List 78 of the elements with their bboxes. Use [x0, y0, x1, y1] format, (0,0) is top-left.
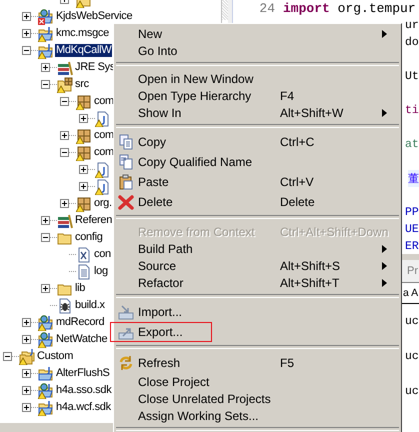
column-header: a A [403, 287, 418, 299]
expand-toggle[interactable] [41, 63, 50, 72]
code-fragment: ur [405, 18, 419, 34]
menu-item[interactable]: Close Project [114, 373, 401, 390]
menu-item[interactable]: Refresh F5 [114, 353, 401, 373]
tree-item[interactable]: src [74, 78, 90, 91]
menu-item[interactable]: Open Type Hierarchy F4 [114, 87, 401, 104]
tree-item[interactable]: log [93, 265, 109, 278]
code-fragment: UE [405, 222, 419, 238]
menu-item[interactable]: Build Path [114, 240, 401, 257]
menu-item[interactable]: Source Alt+Shift+S [114, 257, 401, 274]
code-fragment: 董 [408, 170, 419, 187]
code-fragment: at [405, 137, 419, 153]
tree-item[interactable]: build.x [74, 299, 106, 312]
menu-item[interactable]: Refactor Alt+Shift+T [114, 274, 401, 291]
tree-item[interactable]: Referen [74, 214, 114, 227]
expand-toggle[interactable] [41, 216, 50, 225]
code-fragment: ti [405, 103, 419, 119]
tree-item[interactable]: kmc.msgce [55, 27, 110, 40]
expand-toggle[interactable] [60, 199, 69, 208]
menu-item[interactable]: Assign Working Sets... [114, 407, 401, 424]
tree-item[interactable]: MdKqCallW [55, 44, 112, 57]
copy-icon [118, 134, 134, 150]
code-fragment: PP [405, 205, 419, 221]
paste-icon [118, 174, 134, 190]
console-text: uc [405, 350, 419, 363]
expand-toggle[interactable] [41, 284, 50, 293]
tree-item[interactable]: lib [74, 282, 86, 295]
collapse-toggle[interactable] [41, 233, 50, 242]
copy-icon [118, 154, 134, 170]
tree-item[interactable]: Custom [36, 350, 74, 363]
tree-item[interactable]: config [74, 231, 104, 244]
expand-toggle[interactable] [22, 29, 31, 38]
expand-toggle[interactable] [22, 335, 31, 344]
delete-icon [118, 194, 134, 210]
menu-item[interactable]: Copy Ctrl+C [114, 132, 401, 152]
code-line: import org.tempur [283, 0, 416, 17]
sash-handle[interactable] [222, 0, 228, 20]
expand-toggle[interactable] [60, 131, 69, 140]
expand-toggle[interactable] [22, 369, 31, 378]
tree-item[interactable]: h4a.wcf.sdk [55, 401, 112, 414]
expand-toggle[interactable] [79, 165, 88, 174]
expand-toggle[interactable] [22, 403, 31, 412]
menu-item[interactable]: Paste Ctrl+V [114, 172, 401, 192]
code-fragment: do [405, 35, 419, 51]
menu-item[interactable]: Copy Qualified Name [114, 152, 401, 172]
tree-item[interactable]: h4a.sso.sdk [55, 384, 112, 397]
menu-item[interactable]: Show In Alt+Shift+W [114, 104, 401, 121]
collapse-toggle[interactable] [60, 97, 69, 106]
expand-toggle[interactable] [22, 318, 31, 327]
menu-item[interactable]: Close Unrelated Projects [114, 390, 401, 407]
code-fragment: ER [405, 239, 419, 255]
code-fragment: Ut [405, 69, 419, 85]
expand-toggle[interactable] [79, 182, 88, 191]
menu-item[interactable]: New [114, 25, 401, 42]
menu-item[interactable]: Export... [114, 322, 401, 342]
tree-item[interactable]: AlterFlushS [55, 367, 111, 380]
collapse-toggle[interactable] [3, 352, 12, 361]
tree-item[interactable]: con [93, 248, 112, 261]
console-text: uc [405, 315, 419, 328]
collapse-toggle[interactable] [22, 46, 31, 55]
menu-item[interactable]: Go Into [114, 42, 401, 59]
collapse-toggle[interactable] [41, 80, 50, 89]
tree-item[interactable]: KjdsWebService [55, 10, 134, 23]
line-number: 24 [258, 0, 276, 17]
expand-toggle[interactable] [22, 386, 31, 395]
import-icon [118, 304, 134, 320]
collapse-toggle[interactable] [60, 148, 69, 157]
expand-toggle[interactable] [22, 12, 31, 21]
tree-item[interactable]: org. [93, 197, 113, 210]
tree-item[interactable]: NetWatche [55, 333, 108, 346]
expand-toggle[interactable] [79, 114, 88, 123]
refresh-icon [118, 355, 134, 371]
menu-item[interactable]: Delete Delete [114, 192, 401, 212]
menu-item[interactable]: Open in New Window [114, 70, 401, 87]
console-text: uc [405, 385, 419, 398]
tree-item[interactable]: mdRecord [55, 316, 106, 329]
menu-item[interactable]: Import... [114, 302, 401, 322]
